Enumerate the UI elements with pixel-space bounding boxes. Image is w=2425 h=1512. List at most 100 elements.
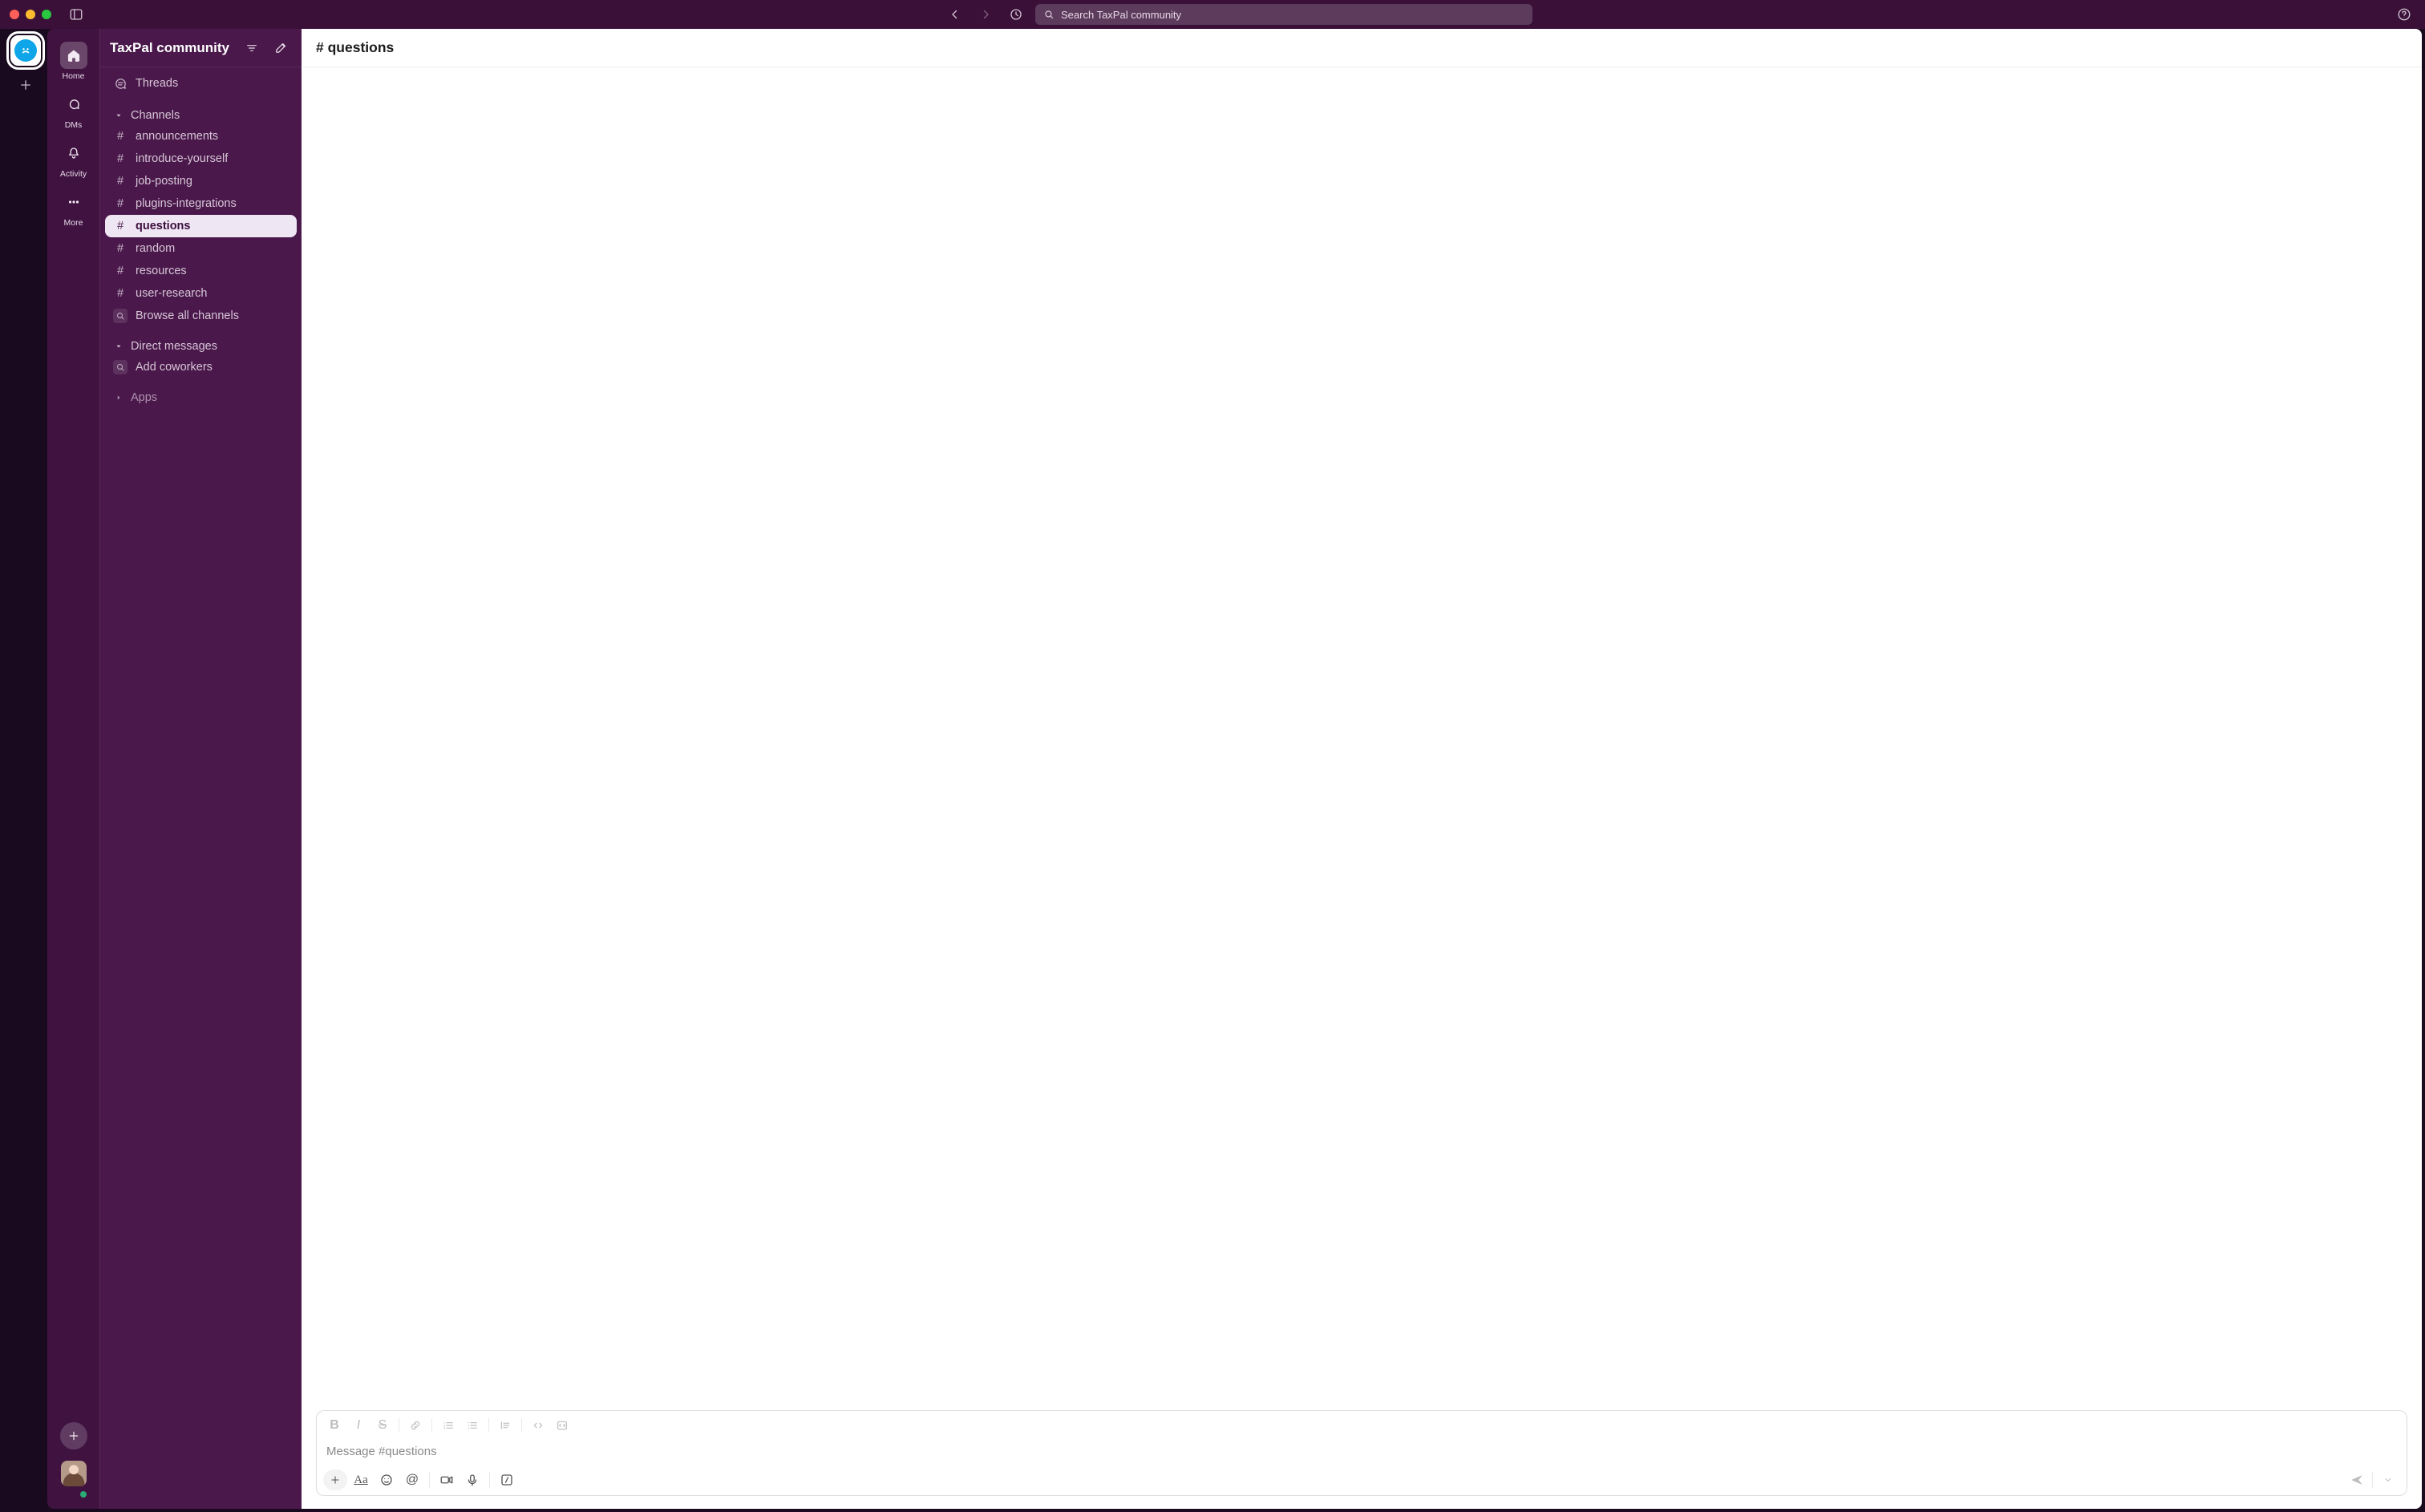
format-ordered-list-button[interactable]: 123 xyxy=(437,1416,459,1435)
format-quote-button[interactable] xyxy=(494,1416,516,1435)
more-icon xyxy=(67,195,81,209)
channel-item-label: questions xyxy=(136,220,190,232)
hash-icon: # xyxy=(113,175,128,188)
presence-indicator-icon xyxy=(79,1490,88,1499)
add-workspace-button[interactable] xyxy=(11,71,40,99)
format-strike-button[interactable]: S xyxy=(371,1416,394,1435)
composer-input[interactable]: Message #questions xyxy=(317,1440,2407,1465)
format-bold-button[interactable]: B xyxy=(323,1416,346,1435)
composer-placeholder: Message #questions xyxy=(326,1445,437,1458)
workspace-rail xyxy=(3,29,47,1509)
channel-item-introduce-yourself[interactable]: #introduce-yourself xyxy=(105,148,297,170)
create-new-button[interactable] xyxy=(60,1422,87,1449)
message-composer: B I S 123 Message #questions xyxy=(316,1410,2407,1496)
apps-section-header[interactable]: Apps xyxy=(105,385,297,407)
code-icon xyxy=(532,1419,545,1432)
dms-icon xyxy=(67,97,81,111)
workspace-switcher[interactable] xyxy=(10,35,41,66)
shortcuts-button[interactable] xyxy=(495,1470,519,1490)
history-forward-button[interactable] xyxy=(974,3,997,26)
add-coworkers-item[interactable]: Add coworkers xyxy=(105,356,297,378)
user-menu[interactable] xyxy=(61,1461,87,1498)
attach-button[interactable] xyxy=(323,1470,347,1490)
history-button[interactable] xyxy=(1005,3,1027,26)
code-block-icon xyxy=(556,1419,569,1432)
microphone-icon xyxy=(465,1473,480,1487)
chevron-down-icon xyxy=(2383,1475,2393,1485)
plus-icon xyxy=(18,78,33,92)
mention-icon: @ xyxy=(406,1473,419,1487)
help-button[interactable] xyxy=(2393,3,2415,26)
search-input[interactable]: Search TaxPal community xyxy=(1035,4,1532,25)
channel-item-plugins-integrations[interactable]: #plugins-integrations xyxy=(105,192,297,215)
dms-section-header[interactable]: Direct messages xyxy=(105,334,297,356)
channel-item-questions[interactable]: # questions xyxy=(105,215,297,237)
compose-button[interactable] xyxy=(269,37,292,59)
filter-icon xyxy=(245,42,258,55)
channel-title: # questions xyxy=(316,39,394,56)
filter-button[interactable] xyxy=(241,37,263,59)
italic-icon: I xyxy=(357,1418,360,1433)
channel-item-user-research[interactable]: #user-research xyxy=(105,282,297,305)
nav-activity[interactable]: Activity xyxy=(55,135,93,184)
channels-section-header[interactable]: Channels xyxy=(105,103,297,125)
nav-rail: Home DMs Activity More xyxy=(47,29,99,1509)
clock-icon xyxy=(1009,7,1023,22)
maximize-window-button[interactable] xyxy=(42,10,51,19)
search-icon xyxy=(115,311,125,321)
send-options-button[interactable] xyxy=(2376,1470,2400,1490)
channel-item-resources[interactable]: #resources xyxy=(105,260,297,282)
format-italic-button[interactable]: I xyxy=(347,1416,370,1435)
app-shell: Home DMs Activity More TaxPal community xyxy=(0,29,2425,1512)
plus-icon xyxy=(330,1474,341,1486)
emoji-button[interactable] xyxy=(374,1470,399,1490)
activity-icon xyxy=(67,146,81,160)
composer-format-toolbar: B I S 123 xyxy=(317,1411,2407,1440)
workspace-header[interactable]: TaxPal community xyxy=(100,29,302,67)
format-bullet-list-button[interactable] xyxy=(461,1416,484,1435)
channel-item-random[interactable]: #random xyxy=(105,237,297,260)
nav-dms[interactable]: DMs xyxy=(55,86,93,135)
format-link-button[interactable] xyxy=(404,1416,427,1435)
hash-icon: # xyxy=(113,265,128,277)
channel-item-job-posting[interactable]: #job-posting xyxy=(105,170,297,192)
audio-button[interactable] xyxy=(460,1470,484,1490)
hash-icon: # xyxy=(113,242,128,255)
history-back-button[interactable] xyxy=(944,3,966,26)
arrow-right-icon xyxy=(978,7,993,22)
workspace-name: TaxPal community xyxy=(110,40,234,56)
send-icon xyxy=(2350,1473,2364,1487)
sidebar: TaxPal community Threads Channels # annou… xyxy=(99,29,302,1509)
threads-label: Threads xyxy=(136,77,178,90)
emoji-icon xyxy=(379,1473,394,1487)
send-button[interactable] xyxy=(2345,1470,2369,1490)
threads-item[interactable]: Threads xyxy=(105,72,297,95)
svg-text:3: 3 xyxy=(443,1426,446,1430)
browse-channels-label: Browse all channels xyxy=(136,309,239,322)
minimize-window-button[interactable] xyxy=(26,10,35,19)
channel-header[interactable]: # questions xyxy=(302,29,2422,67)
format-codeblock-button[interactable] xyxy=(551,1416,573,1435)
message-list xyxy=(302,67,2422,1410)
ordered-list-icon: 123 xyxy=(442,1419,455,1432)
hash-icon: # xyxy=(113,220,128,232)
toggle-sidebar-button[interactable] xyxy=(69,7,83,22)
format-code-button[interactable] xyxy=(527,1416,549,1435)
close-window-button[interactable] xyxy=(10,10,19,19)
apps-section-label: Apps xyxy=(131,391,157,404)
titlebar: Search TaxPal community xyxy=(0,0,2425,29)
formatting-toggle-button[interactable]: Aa xyxy=(349,1470,373,1490)
browse-channels-item[interactable]: Browse all channels xyxy=(105,305,297,327)
channel-item-label: introduce-yourself xyxy=(136,152,228,165)
nav-home-label: Home xyxy=(62,71,84,81)
channel-item-label: user-research xyxy=(136,287,207,300)
search-icon xyxy=(1043,9,1055,20)
nav-home[interactable]: Home xyxy=(55,37,93,86)
channel-item-label: announcements xyxy=(136,130,218,143)
nav-more[interactable]: More xyxy=(55,184,93,232)
mention-button[interactable]: @ xyxy=(400,1470,424,1490)
nav-more-label: More xyxy=(64,218,83,228)
hash-icon: # xyxy=(113,130,128,143)
video-button[interactable] xyxy=(435,1470,459,1490)
channel-item-announcements[interactable]: # announcements xyxy=(105,125,297,148)
